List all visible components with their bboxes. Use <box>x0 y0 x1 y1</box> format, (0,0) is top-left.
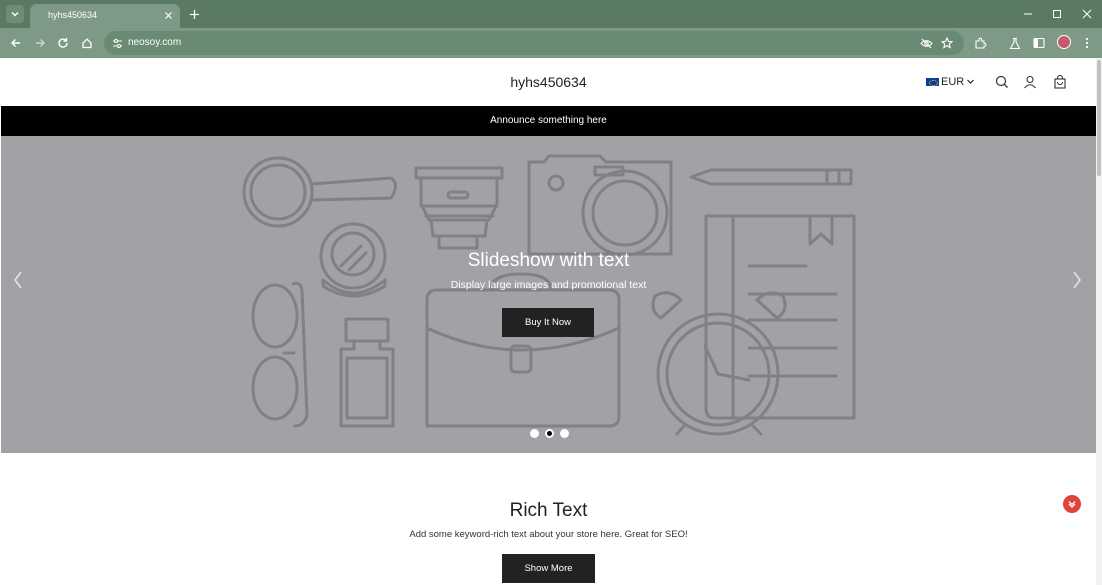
slide-illustration <box>242 154 856 436</box>
rich-text-section: Rich Text Add some keyword-rich text abo… <box>1 453 1096 585</box>
currency-label: EUR <box>941 76 965 88</box>
chevron-down-icon <box>966 73 975 91</box>
slide-heading: Slideshow with text <box>467 250 630 271</box>
show-more-button[interactable]: Show More <box>502 554 595 583</box>
store-header: hyhs450634 EUR <box>1 58 1096 106</box>
eye-off-icon[interactable] <box>919 36 933 50</box>
eu-flag-icon <box>926 78 939 86</box>
browser-tab-strip: hyhs450634 <box>0 0 1102 28</box>
scrollbar-thumb[interactable] <box>1097 60 1101 176</box>
slideshow: Slideshow with text Display large images… <box>1 136 1096 453</box>
web-page: hyhs450634 EUR Announce something here S… <box>1 58 1096 585</box>
side-panel-icon[interactable] <box>1031 35 1047 51</box>
star-icon[interactable] <box>940 36 954 50</box>
bag-icon[interactable] <box>1052 74 1068 90</box>
reload-icon[interactable] <box>55 35 71 51</box>
kebab-menu-icon[interactable] <box>1079 35 1095 51</box>
buy-it-now-button[interactable]: Buy It Now <box>502 308 594 337</box>
page-scrollbar[interactable] <box>1096 58 1102 585</box>
close-window-icon[interactable] <box>1080 7 1094 21</box>
minimize-icon[interactable] <box>1021 7 1035 21</box>
rich-text-body: Add some keyword-rich text about your st… <box>409 529 688 540</box>
url-text[interactable]: neosoy.com <box>128 37 181 48</box>
floating-chevron-down-icon[interactable] <box>1063 495 1081 513</box>
browser-tab[interactable]: hyhs450634 <box>30 4 180 28</box>
forward-arrow-icon[interactable] <box>32 35 48 51</box>
flask-icon[interactable] <box>1007 35 1023 51</box>
puzzle-icon[interactable] <box>972 35 988 51</box>
browser-toolbar: neosoy.com <box>0 28 1102 58</box>
tune-icon[interactable] <box>110 36 124 50</box>
currency-selector[interactable]: EUR <box>926 74 975 90</box>
home-icon[interactable] <box>79 35 95 51</box>
chevron-down-icon[interactable] <box>6 5 24 23</box>
announcement-bar[interactable]: Announce something here <box>1 106 1096 136</box>
profile-avatar[interactable] <box>1057 35 1071 49</box>
slide-subheading: Display large images and promotional tex… <box>450 279 647 291</box>
slide-dot-2[interactable] <box>545 429 554 438</box>
address-bar[interactable]: neosoy.com <box>104 31 964 55</box>
rich-text-title: Rich Text <box>509 500 588 521</box>
maximize-icon[interactable] <box>1050 7 1064 21</box>
slide-dot-3[interactable] <box>560 429 569 438</box>
plus-icon[interactable] <box>187 7 201 21</box>
back-arrow-icon[interactable] <box>8 35 24 51</box>
slide-dot-1[interactable] <box>530 429 539 438</box>
slide-pagination <box>530 429 569 438</box>
user-icon[interactable] <box>1022 74 1038 90</box>
close-icon[interactable] <box>162 9 174 21</box>
tab-title: hyhs450634 <box>48 10 98 20</box>
search-icon[interactable] <box>994 74 1010 90</box>
